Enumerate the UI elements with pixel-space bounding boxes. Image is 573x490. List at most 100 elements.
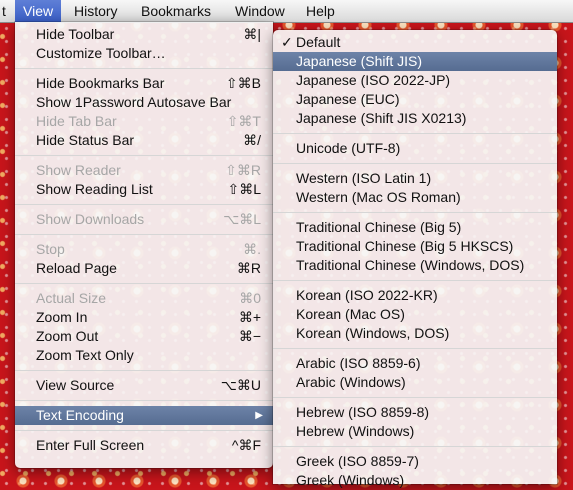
menu-item-label: Western (Mac OS Roman) bbox=[296, 189, 461, 205]
encoding-item-korean-mac-os[interactable]: Korean (Mac OS) bbox=[273, 305, 557, 324]
menu-item-label: Customize Toolbar… bbox=[36, 45, 166, 61]
menu-separator bbox=[273, 280, 557, 281]
menu-separator bbox=[273, 397, 557, 398]
menu-separator bbox=[15, 400, 273, 401]
menu-item-text-encoding[interactable]: Text Encoding ▶ bbox=[15, 406, 273, 425]
shortcut: ⇧⌘T bbox=[226, 113, 261, 129]
menu-item-hide-toolbar[interactable]: Hide Toolbar ⌘| bbox=[15, 25, 273, 44]
encoding-item-japanese-shift-jis[interactable]: Japanese (Shift JIS) bbox=[273, 52, 557, 71]
menubar-item-view[interactable]: View bbox=[15, 0, 62, 22]
menu-item-reload-page[interactable]: Reload Page ⌘R bbox=[15, 259, 273, 278]
shortcut: ^⌘F bbox=[231, 437, 261, 453]
shortcut: ⌘. bbox=[243, 241, 261, 257]
encoding-item-korean-windows-dos[interactable]: Korean (Windows, DOS) bbox=[273, 324, 557, 343]
menubar-item-window[interactable]: Window bbox=[227, 0, 293, 22]
encoding-item-japanese-shift-jis-x0213[interactable]: Japanese (Shift JIS X0213) bbox=[273, 109, 557, 128]
encoding-item-greek-iso-8859-7[interactable]: Greek (ISO 8859-7) bbox=[273, 452, 557, 471]
encoding-item-korean-iso-2022-kr[interactable]: Korean (ISO 2022-KR) bbox=[273, 286, 557, 305]
menu-item-label: Default bbox=[296, 34, 341, 50]
menu-item-label: Show Reading List bbox=[36, 181, 153, 197]
menu-item-hide-bookmarks-bar[interactable]: Hide Bookmarks Bar ⇧⌘B bbox=[15, 74, 273, 93]
encoding-item-unicode-utf8[interactable]: Unicode (UTF-8) bbox=[273, 139, 557, 158]
menu-item-label: Show 1Password Autosave Bar bbox=[36, 94, 232, 110]
menubar-item-bookmarks[interactable]: Bookmarks bbox=[133, 0, 219, 22]
menu-separator bbox=[273, 446, 557, 447]
menu-item-label: Text Encoding bbox=[36, 407, 124, 423]
encoding-item-arabic-windows[interactable]: Arabic (Windows) bbox=[273, 373, 557, 392]
encoding-item-arabic-iso-8859-6[interactable]: Arabic (ISO 8859-6) bbox=[273, 354, 557, 373]
menu-item-label: Traditional Chinese (Windows, DOS) bbox=[296, 257, 525, 273]
menu-separator bbox=[15, 430, 273, 431]
menu-item-show-reader: Show Reader ⇧⌘R bbox=[15, 161, 273, 180]
encoding-item-western-mac-os-roman[interactable]: Western (Mac OS Roman) bbox=[273, 188, 557, 207]
menu-item-zoom-out[interactable]: Zoom Out ⌘− bbox=[15, 327, 273, 346]
menu-item-label: Hebrew (Windows) bbox=[296, 423, 415, 439]
menubar-item-history[interactable]: History bbox=[66, 0, 126, 22]
menubar-item-edit[interactable]: t bbox=[0, 0, 14, 22]
menu-item-actual-size: Actual Size ⌘0 bbox=[15, 289, 273, 308]
encoding-item-traditional-chinese-big5-hkscs[interactable]: Traditional Chinese (Big 5 HKSCS) bbox=[273, 237, 557, 256]
menu-item-label: Unicode (UTF-8) bbox=[296, 140, 401, 156]
shortcut: ⌥⌘L bbox=[223, 211, 261, 227]
menu-item-zoom-in[interactable]: Zoom In ⌘+ bbox=[15, 308, 273, 327]
menu-item-show-reading-list[interactable]: Show Reading List ⇧⌘L bbox=[15, 180, 273, 199]
menu-item-label: Arabic (ISO 8859-6) bbox=[296, 355, 421, 371]
shortcut: ⇧⌘B bbox=[225, 75, 261, 91]
menu-item-show-1password-autosave-bar[interactable]: Show 1Password Autosave Bar bbox=[15, 93, 273, 112]
menu-item-label: Zoom Text Only bbox=[36, 347, 134, 363]
encoding-item-traditional-chinese-big5[interactable]: Traditional Chinese (Big 5) bbox=[273, 218, 557, 237]
encoding-item-western-iso-latin-1[interactable]: Western (ISO Latin 1) bbox=[273, 169, 557, 188]
shortcut: ⌘− bbox=[238, 328, 261, 344]
menu-item-label: Japanese (ISO 2022-JP) bbox=[296, 72, 451, 88]
shortcut: ⌘+ bbox=[238, 309, 261, 325]
text-encoding-submenu: ✓ Default Japanese (Shift JIS) Japanese (… bbox=[273, 30, 557, 488]
menu-item-label: Japanese (EUC) bbox=[296, 91, 400, 107]
menu-item-label: Reload Page bbox=[36, 260, 117, 276]
menu-item-label: Japanese (Shift JIS X0213) bbox=[296, 110, 467, 126]
menu-item-label: Traditional Chinese (Big 5 HKSCS) bbox=[296, 238, 514, 254]
encoding-item-greek-windows[interactable]: Greek (Windows) bbox=[273, 471, 557, 490]
menu-item-view-source[interactable]: View Source ⌥⌘U bbox=[15, 376, 273, 395]
encoding-item-japanese-iso-2022-jp[interactable]: Japanese (ISO 2022-JP) bbox=[273, 71, 557, 90]
menu-item-label: Korean (Mac OS) bbox=[296, 306, 405, 322]
menu-separator bbox=[15, 155, 273, 156]
menu-item-label: Traditional Chinese (Big 5) bbox=[296, 219, 462, 235]
menu-item-show-downloads: Show Downloads ⌥⌘L bbox=[15, 210, 273, 229]
menu-separator bbox=[273, 163, 557, 164]
menu-item-label: View Source bbox=[36, 377, 115, 393]
menu-item-label: Actual Size bbox=[36, 290, 107, 306]
menu-separator bbox=[15, 68, 273, 69]
menu-item-hide-status-bar[interactable]: Hide Status Bar ⌘/ bbox=[15, 131, 273, 150]
menu-item-label: Western (ISO Latin 1) bbox=[296, 170, 432, 186]
menu-item-label: Greek (Windows) bbox=[296, 472, 405, 488]
view-menu: Hide Toolbar ⌘| Customize Toolbar… Hide B… bbox=[15, 22, 273, 468]
menu-item-label: Show Reader bbox=[36, 162, 121, 178]
encoding-item-default[interactable]: ✓ Default bbox=[273, 33, 557, 52]
checkmark-icon: ✓ bbox=[281, 34, 293, 50]
menu-item-label: Zoom In bbox=[36, 309, 88, 325]
shortcut: ⌘0 bbox=[239, 290, 261, 306]
menu-separator bbox=[15, 283, 273, 284]
menu-item-enter-full-screen[interactable]: Enter Full Screen ^⌘F bbox=[15, 436, 273, 455]
menu-item-label: Hide Tab Bar bbox=[36, 113, 117, 129]
menu-item-label: Korean (ISO 2022-KR) bbox=[296, 287, 438, 303]
shortcut: ⇧⌘R bbox=[225, 162, 261, 178]
menu-separator bbox=[273, 212, 557, 213]
encoding-item-hebrew-windows[interactable]: Hebrew (Windows) bbox=[273, 422, 557, 441]
menu-item-zoom-text-only[interactable]: Zoom Text Only bbox=[15, 346, 273, 365]
encoding-item-traditional-chinese-windows-dos[interactable]: Traditional Chinese (Windows, DOS) bbox=[273, 256, 557, 275]
encoding-item-japanese-euc[interactable]: Japanese (EUC) bbox=[273, 90, 557, 109]
menu-item-label: Hide Bookmarks Bar bbox=[36, 75, 165, 91]
menu-separator bbox=[15, 204, 273, 205]
menu-item-label: Korean (Windows, DOS) bbox=[296, 325, 450, 341]
shortcut: ⇧⌘L bbox=[227, 181, 261, 197]
menu-item-label: Hebrew (ISO 8859-8) bbox=[296, 404, 430, 420]
menu-item-customize-toolbar[interactable]: Customize Toolbar… bbox=[15, 44, 273, 63]
menu-item-label: Zoom Out bbox=[36, 328, 99, 344]
encoding-item-hebrew-iso-8859-8[interactable]: Hebrew (ISO 8859-8) bbox=[273, 403, 557, 422]
menu-item-label: Enter Full Screen bbox=[36, 437, 145, 453]
menu-item-label: Japanese (Shift JIS) bbox=[296, 53, 423, 69]
submenu-arrow-icon: ▶ bbox=[255, 410, 263, 421]
menubar-item-help[interactable]: Help bbox=[298, 0, 343, 22]
menu-separator bbox=[273, 348, 557, 349]
